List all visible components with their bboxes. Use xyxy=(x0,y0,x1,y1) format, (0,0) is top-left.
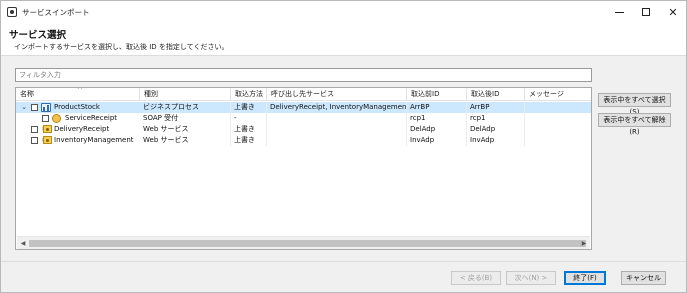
page-title: サービス選択 xyxy=(9,30,67,41)
row-method[interactable]: 上書き xyxy=(231,135,267,146)
web-service-icon xyxy=(43,125,52,133)
row-after-id[interactable]: ArrBP xyxy=(467,102,525,113)
row-name: InventoryManagement xyxy=(54,136,134,144)
table-row[interactable]: › DeliveryReceipt Web サービス 上書き DelAdp De… xyxy=(16,124,591,135)
row-after-id[interactable]: rcp1 xyxy=(467,113,525,124)
row-type: Web サービス xyxy=(140,124,231,135)
column-header-method[interactable]: 取込方法 xyxy=(231,88,267,101)
row-name: DeliveryReceipt xyxy=(54,125,110,133)
expand-chevron-icon[interactable]: ⌄ xyxy=(20,103,28,112)
scroll-left-icon[interactable]: ◀ xyxy=(18,238,28,249)
table-header: 名称 ^ 種別 取込方法 呼び出し先サービス 取込前ID 取込後ID メッセージ xyxy=(16,88,591,101)
deselect-all-visible-button[interactable]: 表示中をすべて解除(R) xyxy=(598,113,671,136)
filter-input[interactable]: フィルタ入力 xyxy=(15,68,592,82)
row-method[interactable]: 上書き xyxy=(231,124,267,135)
sort-up-icon: ^ xyxy=(77,87,83,94)
row-message xyxy=(525,124,591,135)
minimize-icon xyxy=(614,11,624,13)
row-after-id[interactable]: DelAdp xyxy=(467,124,525,135)
soap-receiver-icon xyxy=(52,114,61,123)
row-before-id: InvAdp xyxy=(407,135,467,146)
scrollbar-thumb[interactable] xyxy=(29,240,586,247)
row-method[interactable]: 上書き xyxy=(231,102,267,113)
row-message xyxy=(525,113,591,124)
row-name: ServiceReceipt xyxy=(65,114,118,122)
row-callee xyxy=(267,124,407,135)
row-type: SOAP 受付 xyxy=(140,113,231,124)
back-button[interactable]: < 戻る(B) xyxy=(451,271,501,285)
table-row[interactable]: ServiceReceipt SOAP 受付 - rcp1 rcp1 xyxy=(16,113,591,124)
column-header-before-id[interactable]: 取込前ID xyxy=(407,88,467,101)
maximize-button[interactable] xyxy=(631,1,661,23)
maximize-icon xyxy=(642,8,650,16)
column-header-after-id[interactable]: 取込後ID xyxy=(467,88,525,101)
column-header-type[interactable]: 種別 xyxy=(140,88,231,101)
row-before-id: ArrBP xyxy=(407,102,467,113)
page-description: インポートするサービスを選択し、取込後 ID を指定してください。 xyxy=(14,43,229,51)
column-header-callee[interactable]: 呼び出し先サービス xyxy=(267,88,407,101)
page-header: サービス選択 インポートするサービスを選択し、取込後 ID を指定してください。 xyxy=(1,23,686,56)
row-checkbox[interactable] xyxy=(31,126,38,133)
web-service-icon xyxy=(43,136,52,144)
table-row[interactable]: › InventoryManagement Web サービス 上書き InvAd… xyxy=(16,135,591,146)
app-icon xyxy=(7,7,17,17)
row-checkbox[interactable] xyxy=(42,115,49,122)
row-type: ビジネスプロセス xyxy=(140,102,231,113)
cancel-button[interactable]: キャンセル xyxy=(621,271,666,285)
import-dialog: サービスインポート ✕ サービス選択 インポートするサービスを選択し、取込後 I… xyxy=(0,0,687,293)
row-message xyxy=(525,102,591,113)
table-row[interactable]: ⌄ ProductStock ビジネスプロセス 上書き DeliveryRece… xyxy=(16,102,591,113)
row-before-id: DelAdp xyxy=(407,124,467,135)
title-bar: サービスインポート ✕ xyxy=(1,1,686,23)
next-button[interactable]: 次へ(N) > xyxy=(506,271,556,285)
minimize-button[interactable] xyxy=(604,1,634,23)
main-content: フィルタ入力 名称 ^ 種別 取込方法 呼び出し先サービス 取込前ID 取込後I… xyxy=(1,57,686,261)
horizontal-scrollbar[interactable]: ◀ ▶ xyxy=(17,236,590,249)
row-message xyxy=(525,135,591,146)
row-checkbox[interactable] xyxy=(31,104,38,111)
finish-button[interactable]: 終了(F) xyxy=(564,271,606,285)
select-all-visible-button[interactable]: 表示中をすべて選択(S) xyxy=(598,93,671,116)
close-button[interactable]: ✕ xyxy=(658,1,687,23)
business-process-icon xyxy=(41,103,51,112)
close-icon: ✕ xyxy=(668,5,678,19)
row-after-id[interactable]: InvAdp xyxy=(467,135,525,146)
row-method[interactable]: - xyxy=(231,113,267,124)
dialog-footer: < 戻る(B) 次へ(N) > 終了(F) キャンセル xyxy=(1,261,686,292)
row-name: ProductStock xyxy=(54,103,100,111)
scroll-right-icon[interactable]: ▶ xyxy=(579,238,589,249)
row-callee xyxy=(267,135,407,146)
window-title: サービスインポート xyxy=(22,8,90,17)
column-header-message[interactable]: メッセージ xyxy=(525,88,591,101)
row-before-id: rcp1 xyxy=(407,113,467,124)
row-checkbox[interactable] xyxy=(31,137,38,144)
row-callee: DeliveryReceipt, InventoryManagement xyxy=(267,102,407,113)
service-tree-table: 名称 ^ 種別 取込方法 呼び出し先サービス 取込前ID 取込後ID メッセージ… xyxy=(15,87,592,250)
row-type: Web サービス xyxy=(140,135,231,146)
row-callee xyxy=(267,113,407,124)
